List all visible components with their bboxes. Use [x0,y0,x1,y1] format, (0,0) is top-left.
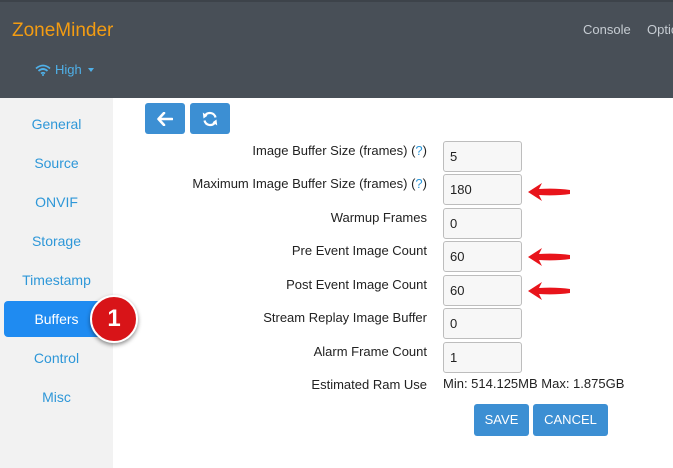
refresh-button[interactable] [190,103,230,134]
annotation-arrow-icon [528,248,570,266]
warmup-frames-label: Warmup Frames [330,210,427,225]
estimated-ram-use-label: Estimated Ram Use [311,377,427,392]
sidebar-item-source[interactable]: Source [4,145,109,181]
chevron-down-icon [87,67,94,72]
warmup-frames-input[interactable] [443,208,522,239]
estimated-ram-use-value: Min: 514.125MB Max: 1.875GB [443,376,625,391]
top-navbar: ZoneMinder Console Optio High [0,0,673,98]
refresh-icon [202,111,218,126]
annotation-arrow-icon [528,183,570,201]
max-image-buffer-size-label: Maximum Image Buffer Size (frames) (?) [192,176,427,191]
arrow-left-icon [157,111,173,126]
step-number-badge: 1 [90,295,138,343]
pre-event-image-count-label: Pre Event Image Count [291,243,427,258]
back-button[interactable] [145,103,185,134]
sidebar-item-storage[interactable]: Storage [4,223,109,259]
bandwidth-dropdown[interactable]: High [35,62,94,77]
alarm-frame-count-label: Alarm Frame Count [313,344,427,359]
post-event-image-count-input[interactable] [443,275,522,306]
nav-console-link[interactable]: Console [583,22,631,37]
post-event-image-count-label: Post Event Image Count [286,277,427,292]
save-button[interactable]: SAVE [474,404,529,436]
image-buffer-size-input[interactable] [443,141,522,172]
sidebar-item-misc[interactable]: Misc [4,379,109,415]
stream-replay-image-buffer-input[interactable] [443,308,522,339]
sidebar-item-control[interactable]: Control [4,340,109,376]
help-link[interactable]: ? [415,143,422,158]
max-image-buffer-size-input[interactable] [443,174,522,205]
help-link[interactable]: ? [415,176,422,191]
stream-replay-image-buffer-label: Stream Replay Image Buffer [263,310,427,325]
sidebar-item-onvif[interactable]: ONVIF [4,184,109,220]
alarm-frame-count-input[interactable] [443,342,522,373]
image-buffer-size-label: Image Buffer Size (frames) (?) [252,143,427,158]
annotation-arrow-icon [528,282,570,300]
wifi-icon [35,64,51,76]
bandwidth-label: High [55,62,82,77]
sidebar-item-timestamp[interactable]: Timestamp [4,262,109,298]
nav-options-link[interactable]: Optio [647,22,673,37]
cancel-button[interactable]: CANCEL [533,404,608,436]
pre-event-image-count-input[interactable] [443,241,522,272]
brand-logo[interactable]: ZoneMinder [12,20,113,42]
sidebar-item-general[interactable]: General [4,106,109,142]
